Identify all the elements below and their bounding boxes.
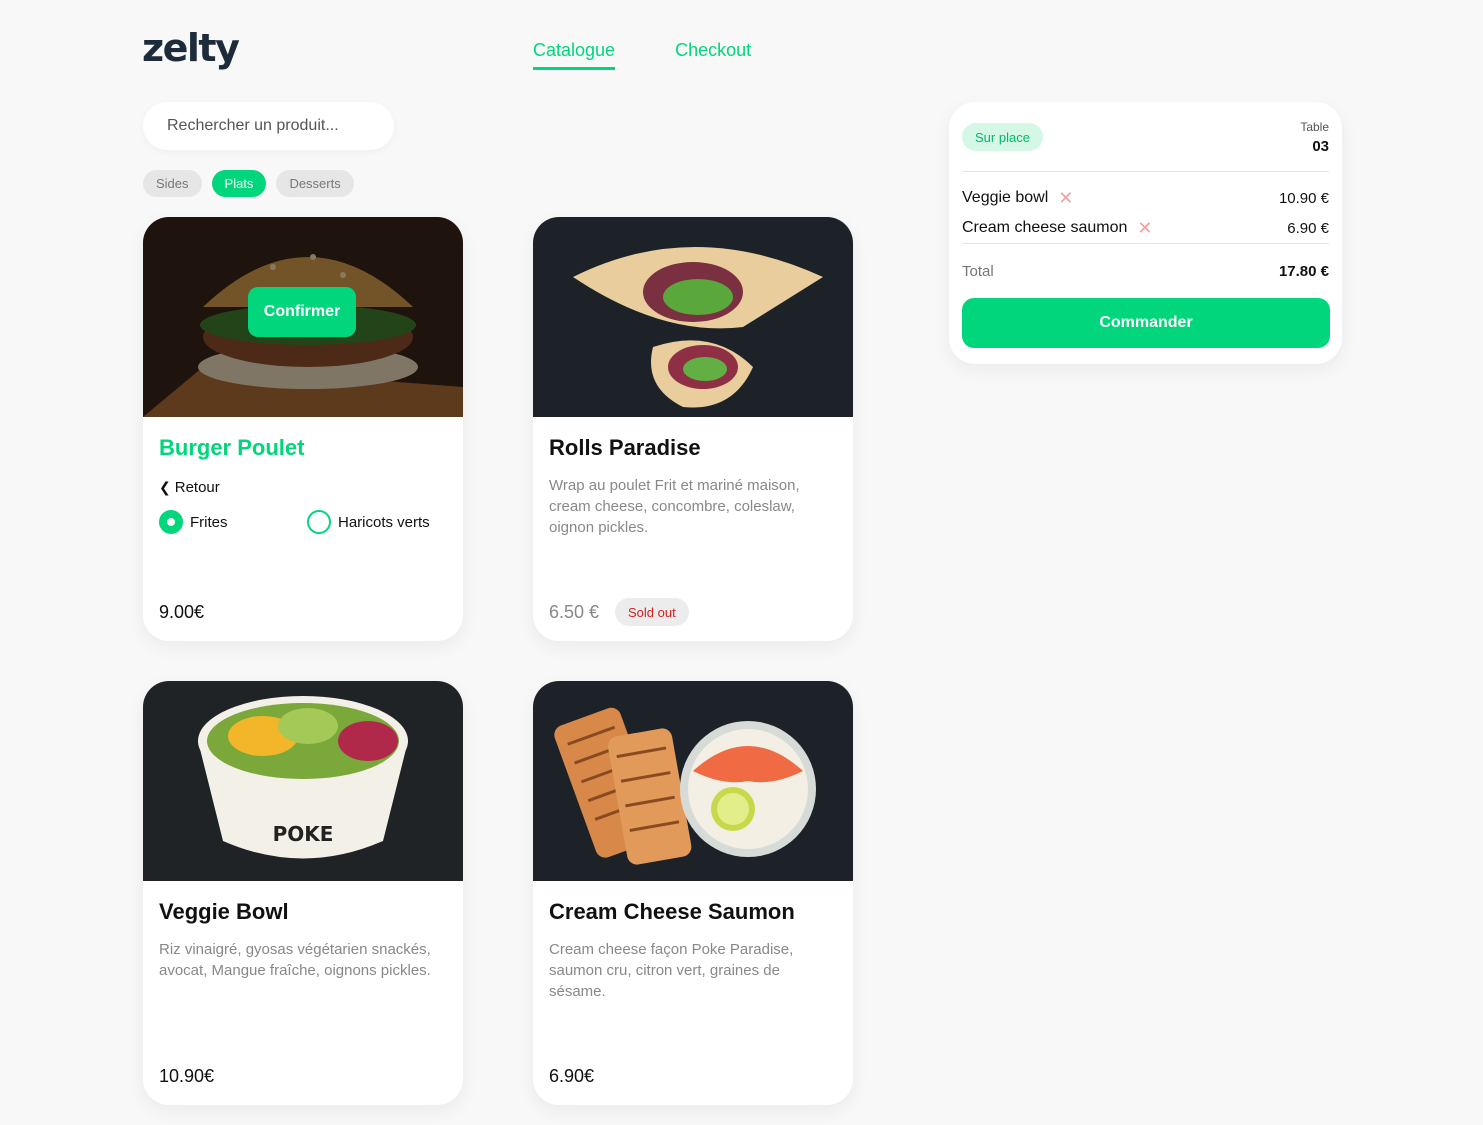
cart-line-name: Cream cheese saumon [962,219,1128,236]
sold-out-badge: Sold out [615,598,689,626]
cart-line: Veggie bowl ✕ 10.90 € [962,183,1329,213]
product-card-rolls-paradise[interactable]: Rolls Paradise Wrap au poulet Frit et ma… [533,217,853,641]
product-title: Cream Cheese Saumon [549,899,795,924]
chevron-left-icon: ❮ [159,479,171,495]
product-title: Rolls Paradise [549,435,701,460]
remove-icon[interactable]: ✕ [1137,219,1152,237]
nav-checkout[interactable]: Checkout [675,40,751,70]
filter-plats[interactable]: Plats [211,170,267,197]
order-mode-badge[interactable]: Sur place [962,123,1043,151]
cart-line: Cream cheese saumon ✕ 6.90 € [962,213,1329,243]
cart-line-name: Veggie bowl [962,189,1049,206]
product-title: Burger Poulet [159,435,305,460]
total-value: 17.80 € [1278,262,1329,280]
side-options: Frites Haricots verts [159,510,447,534]
radio-checked-icon [159,510,183,534]
remove-icon[interactable]: ✕ [1058,189,1073,207]
cart-lines: Veggie bowl ✕ 10.90 € Cream cheese saumo… [962,172,1329,244]
product-price: 10.90€ [159,1066,215,1086]
cart-line-price: 6.90 € [1287,219,1329,237]
product-price: 6.50 € [549,602,600,622]
table-label: Table [1300,120,1329,134]
filter-desserts[interactable]: Desserts [276,170,354,197]
burger-image: Confirmer [143,217,463,417]
product-price: 6.90€ [549,1066,595,1086]
product-card-veggie-bowl[interactable]: POKE Veggie Bowl Riz vinaigré, gyosas vé… [143,681,463,1105]
total-label: Total [962,262,994,280]
svg-text:POKE: POKE [273,822,334,846]
category-filters: Sides Plats Desserts [143,170,354,197]
product-price: 9.00€ [159,602,205,622]
product-description: Cream cheese façon Poke Paradise, saumon… [549,941,794,1000]
product-card-burger-poulet[interactable]: Confirmer Burger Poulet ❮ Retour Frites … [143,217,463,641]
back-button[interactable]: ❮ Retour [159,479,447,496]
total-row: Total 17.80 € [962,244,1329,298]
order-button[interactable]: Commander [962,298,1330,348]
radio-unchecked-icon [307,510,331,534]
filter-sides[interactable]: Sides [143,170,202,197]
wrap-image [533,217,853,417]
order-cart: Sur place Table 03 Veggie bowl ✕ 10.90 €… [949,102,1342,364]
veggie-bowl-image: POKE [143,681,463,881]
product-description: Riz vinaigré, gyosas végétarien snackés,… [159,941,431,979]
option-frites[interactable]: Frites [159,510,307,534]
product-card-cream-cheese-saumon[interactable]: Cream Cheese Saumon Cream cheese façon P… [533,681,853,1105]
salmon-toast-image [533,681,853,881]
product-description: Wrap au poulet Frit et mariné maison, cr… [549,477,800,536]
nav-catalogue[interactable]: Catalogue [533,40,616,70]
option-haricots-verts[interactable]: Haricots verts [307,510,430,534]
search-input[interactable] [143,102,394,150]
product-title: Veggie Bowl [159,899,289,924]
cart-line-price: 10.90 € [1278,189,1329,207]
main-nav: Catalogue Checkout [533,40,751,70]
confirm-button[interactable]: Confirmer [248,287,356,337]
zelty-logo: zelty [142,26,240,70]
table-number: 03 [1312,138,1329,155]
